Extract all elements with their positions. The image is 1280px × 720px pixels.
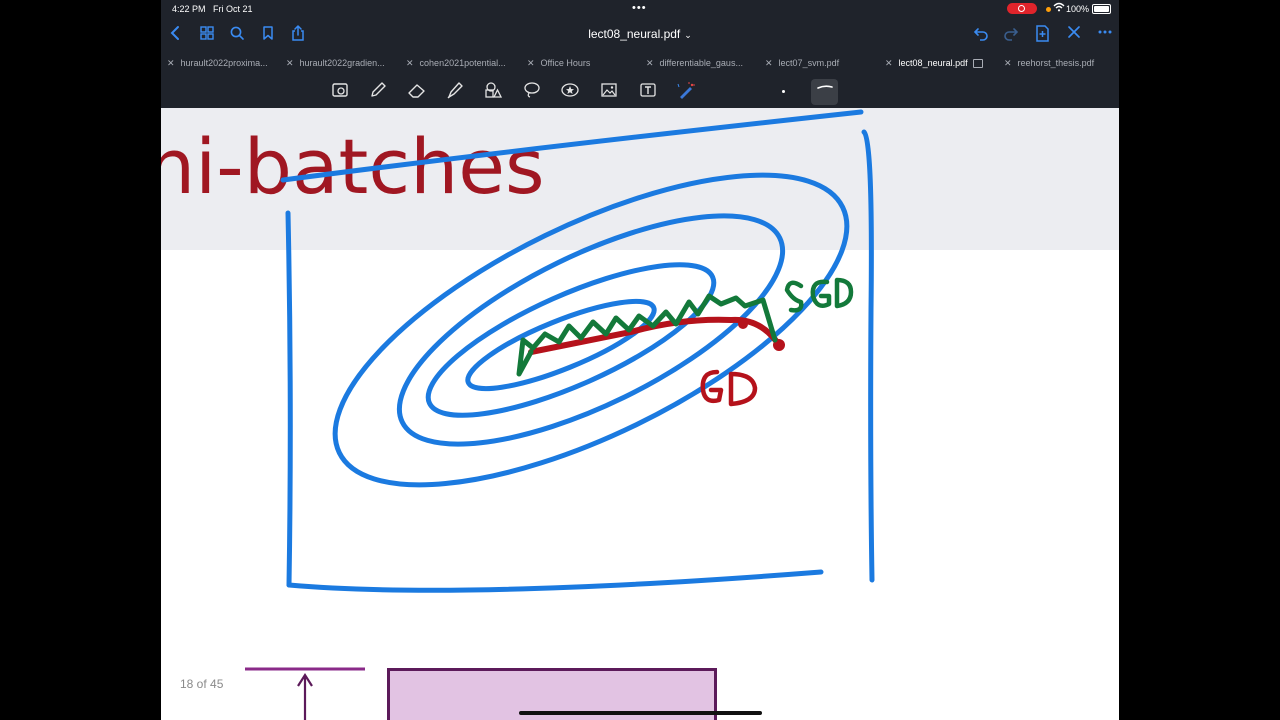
blue-ink-box-right [861, 129, 875, 583]
handwritten-annotations[interactable] [161, 0, 1119, 720]
ipad-screen: 4:22 PM Fri Oct 21 ••• 100% lect08_neura… [161, 0, 1119, 720]
red-ink-gd-dot-2 [738, 319, 748, 329]
blue-ink-contour-3 [425, 262, 717, 418]
blue-ink-box-left [285, 210, 293, 588]
page-indicator: 18 of 45 [180, 677, 224, 691]
blue-ink-box-bottom [286, 569, 824, 593]
green-ink-sgd-label [784, 277, 854, 313]
figure-arrow-icon [245, 667, 365, 720]
blue-ink-contour-2 [396, 213, 786, 447]
green-ink-sgd-path [516, 293, 778, 377]
blue-ink-contour-outer [332, 172, 850, 488]
red-ink-gd-label [700, 369, 758, 407]
blue-ink-box-top [280, 109, 864, 183]
home-indicator[interactable] [519, 711, 762, 715]
